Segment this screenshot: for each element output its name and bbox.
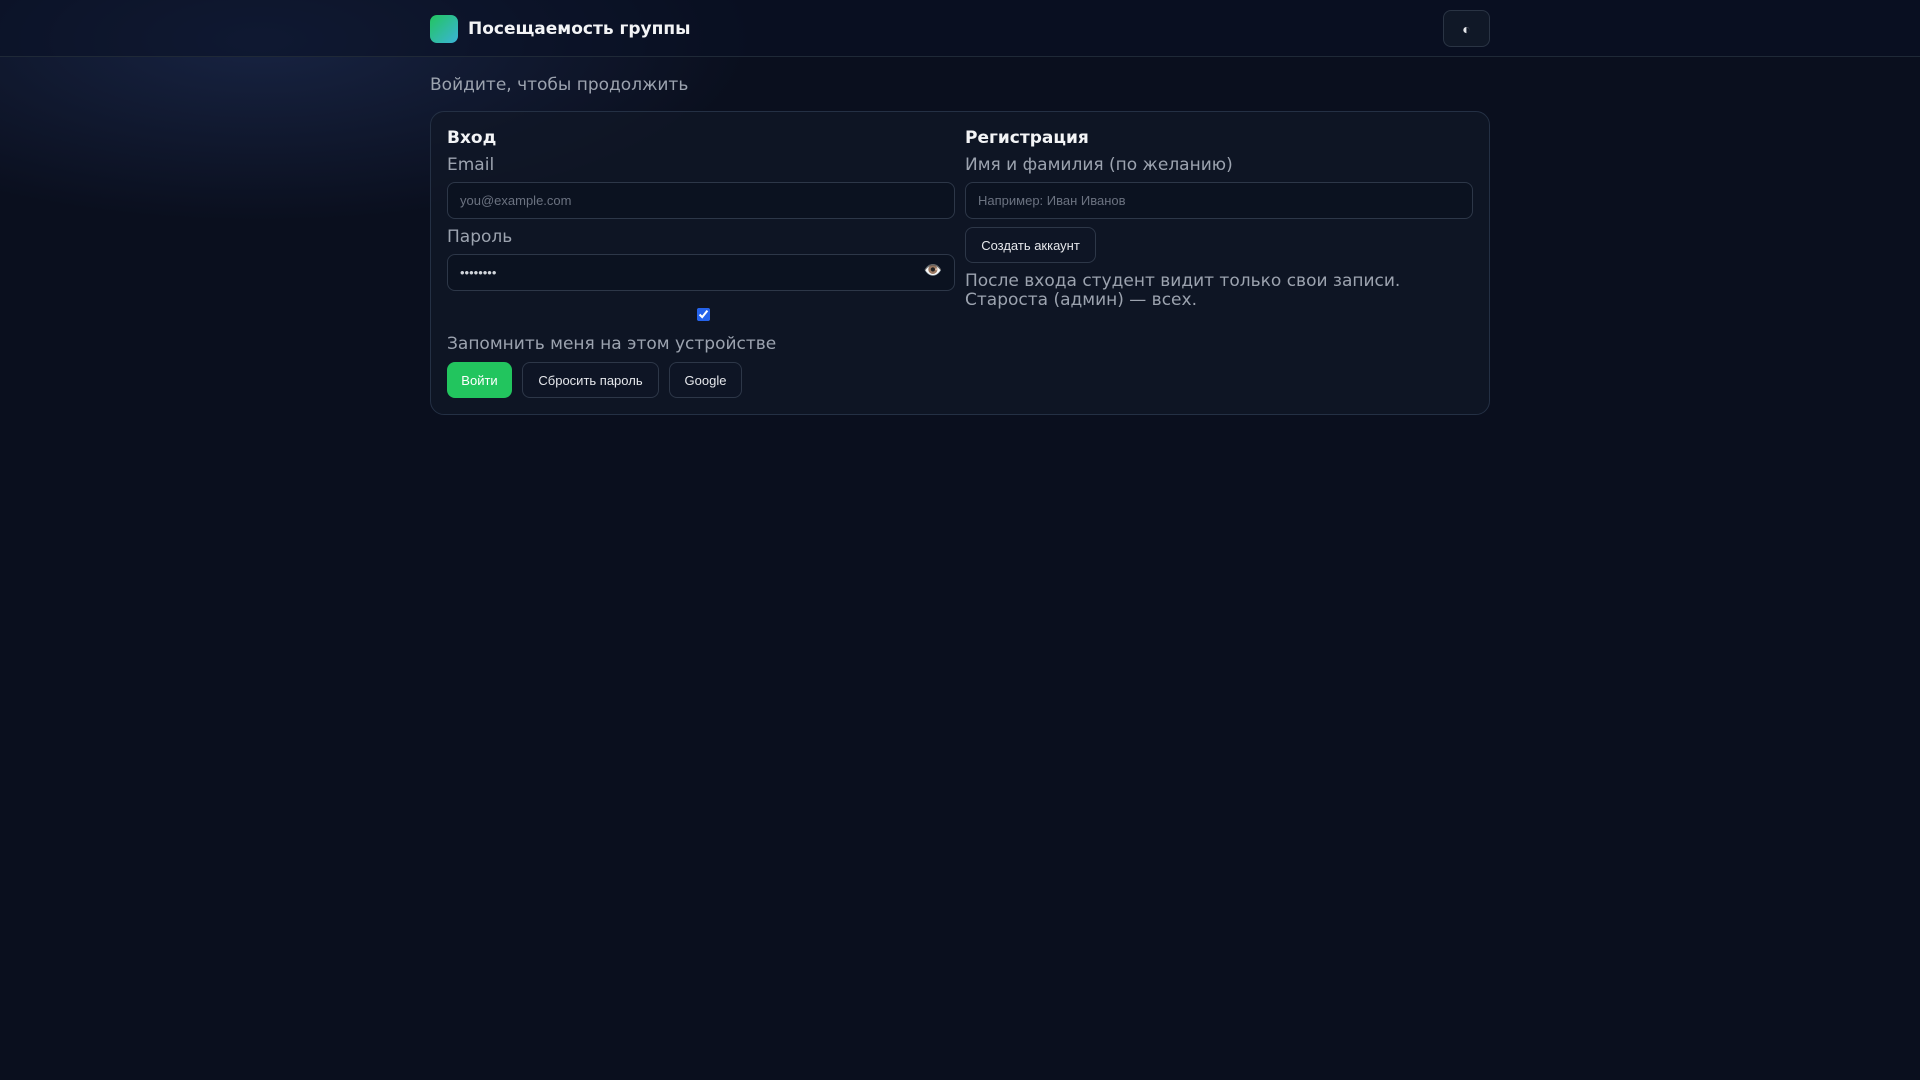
register-title: Регистрация xyxy=(965,128,1089,148)
name-label: Имя и фамилия (по желанию) xyxy=(965,155,1233,175)
page-subtitle: Войдите, чтобы продолжить xyxy=(430,75,689,95)
create-account-button[interactable]: Создать аккаунт xyxy=(965,227,1096,263)
theme-toggle-button[interactable]: ◐ xyxy=(1443,10,1490,47)
password-label: Пароль xyxy=(447,227,513,247)
auth-card: Вход Email Пароль 👁️ Запомнить меня на э… xyxy=(430,111,1490,415)
name-field[interactable] xyxy=(965,182,1473,219)
brand: Посещаемость группы xyxy=(430,15,690,43)
eye-icon[interactable]: 👁️ xyxy=(921,261,945,281)
app-title: Посещаемость группы xyxy=(468,19,691,39)
remember-checkbox[interactable] xyxy=(697,308,710,321)
google-login-button[interactable]: Google xyxy=(669,362,742,398)
email-field[interactable] xyxy=(447,182,955,219)
login-button[interactable]: Войти xyxy=(447,362,512,398)
top-bar: Посещаемость группы ◐ xyxy=(0,0,1920,57)
reset-password-button[interactable]: Сбросить пароль xyxy=(522,362,659,398)
remember-label: Запомнить меня на этом устройстве xyxy=(447,334,777,354)
login-title: Вход xyxy=(447,128,497,148)
half-moon-icon: ◐ xyxy=(1462,20,1471,37)
password-field[interactable] xyxy=(447,254,955,291)
app-logo xyxy=(430,15,458,43)
info-note: После входа студент видит только свои за… xyxy=(965,271,1401,310)
email-label: Email xyxy=(447,155,495,175)
